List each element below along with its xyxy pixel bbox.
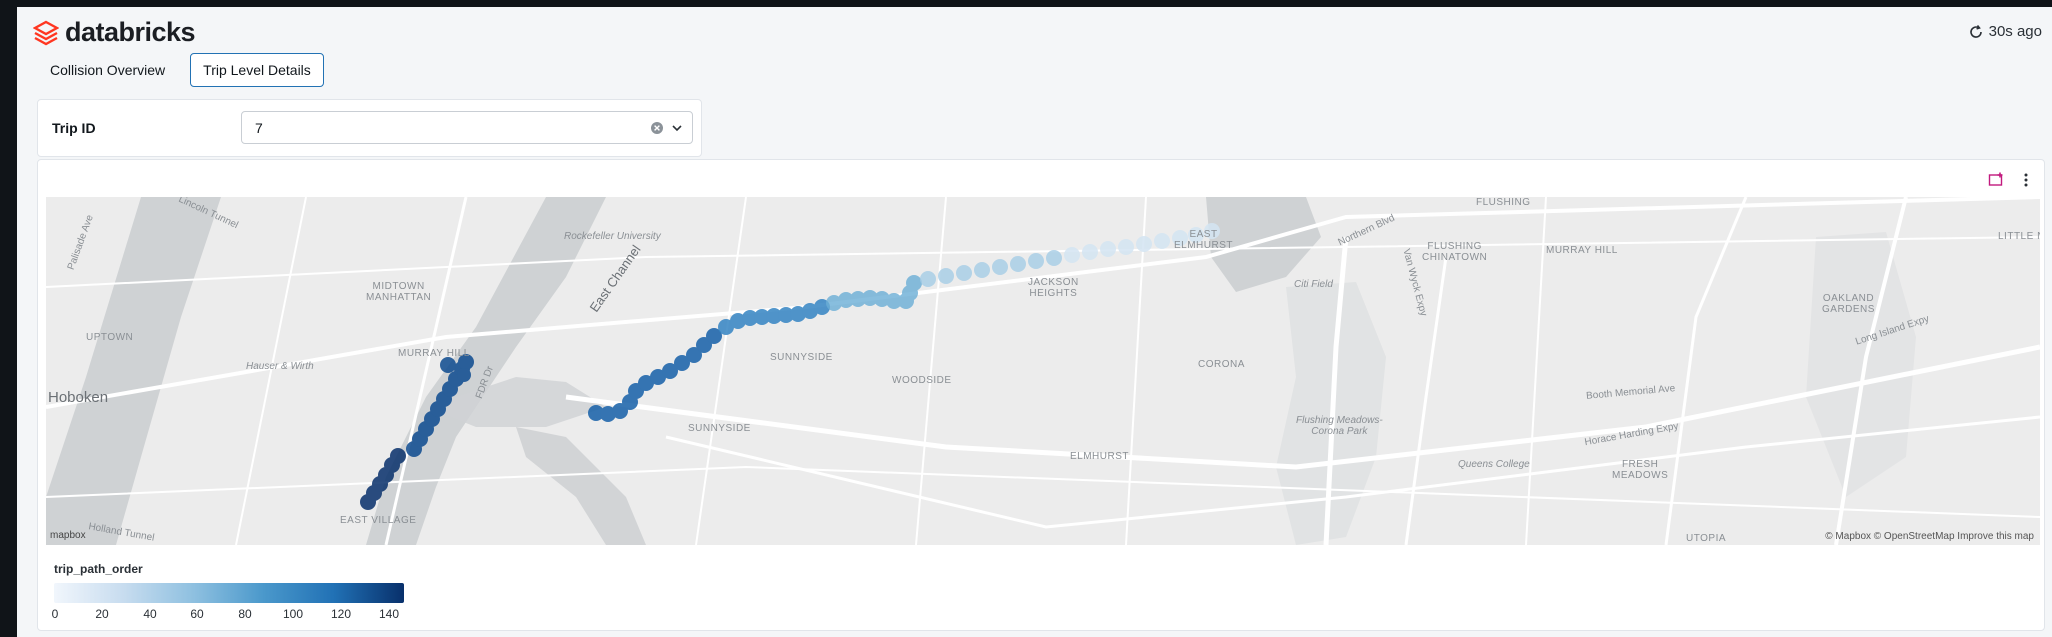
databricks-logo-icon [33,20,59,45]
trip-path-map[interactable]: Hoboken UPTOWN MIDTOWN MANHATTAN MURRAY … [46,197,2040,545]
map-label-flushing-meadows: Flushing Meadows- Corona Park [1296,415,1383,437]
map-label-oakland-gardens: OAKLAND GARDENS [1822,293,1875,315]
trip-id-select[interactable]: 7 [241,111,693,144]
legend-title: trip_path_order [54,562,143,576]
map-label-corona: CORONA [1198,359,1245,370]
chevron-down-icon[interactable] [671,122,683,134]
map-label-uptown: UPTOWN [86,332,134,343]
map-label-hauser-wirth: Hauser & Wirth [246,361,314,372]
page-tabs: Collision Overview Trip Level Details [37,53,324,87]
tab-trip-level-details[interactable]: Trip Level Details [190,53,324,87]
map-label-hoboken: Hoboken [48,389,109,406]
refresh-button[interactable]: 30s ago [1968,23,2042,40]
clear-icon[interactable] [650,121,664,135]
map-label-jackson-heights: JACKSON HEIGHTS [1028,277,1079,299]
map-label-sunnyside-gardens: SUNNYSIDE [688,423,751,434]
legend-tick: 100 [282,607,304,621]
legend-tick: 40 [143,607,157,621]
map-label-little-neck: LITTLE N [1998,231,2040,242]
filter-label: Trip ID [52,120,96,136]
mapbox-logo[interactable]: mapbox [50,530,86,541]
legend-tick: 20 [95,607,109,621]
map-visualization-card: Hoboken UPTOWN MIDTOWN MANHATTAN MURRAY … [37,159,2045,631]
brand-name: databricks [65,17,196,47]
legend-tick: 140 [378,607,400,621]
legend-ticks: 0 20 40 60 80 100 120 140 [51,607,414,623]
legend-tick: 60 [190,607,204,621]
map-label-fresh-meadows: FRESH MEADOWS [1612,459,1669,481]
map-label-citi-field: Citi Field [1294,279,1333,290]
map-label-queens-college: Queens College [1458,459,1530,470]
map-label-murray-hill: MURRAY HILL [398,348,470,359]
map-label-flushing-chinatown: FLUSHING CHINATOWN [1422,241,1488,263]
card-actions [1988,172,2034,188]
map-basemap [46,197,2040,545]
map-label-elmhurst: ELMHURST [1070,451,1130,462]
map-label-utopia: UTOPIA [1686,533,1727,544]
map-attribution[interactable]: © Mapbox © OpenStreetMap Improve this ma… [1825,531,2034,542]
tab-collision-overview[interactable]: Collision Overview [37,53,178,87]
map-label-rockefeller: Rockefeller University [564,231,661,242]
add-visualization-icon[interactable] [1988,172,2004,188]
map-label-sunnyside: SUNNYSIDE [770,352,833,363]
refresh-status: 30s ago [1988,23,2042,40]
map-label-woodside: WOODSIDE [892,375,952,386]
dashboard-app: databricks 30s ago Collision Overview Tr… [17,7,2052,637]
map-label-midtown: MIDTOWN MANHATTAN [366,281,432,303]
map-label-murray-hill-queens: MURRAY HILL [1546,245,1618,256]
trip-id-value: 7 [255,120,263,136]
color-legend: trip_path_order 0 20 40 60 80 100 120 14… [51,562,414,623]
map-label-east-village: EAST VILLAGE [340,515,417,526]
legend-tick: 120 [330,607,352,621]
legend-color-ramp [54,583,404,603]
legend-tick: 0 [51,607,59,621]
kebab-menu-icon[interactable] [2018,172,2034,188]
refresh-icon [1969,24,1982,38]
map-label-east-elmhurst: EAST ELMHURST [1174,229,1234,251]
map-label-flushing: FLUSHING [1476,197,1531,208]
brand-logo[interactable]: databricks [33,17,196,48]
filter-widget: Trip ID 7 [37,99,702,157]
legend-tick: 80 [238,607,252,621]
